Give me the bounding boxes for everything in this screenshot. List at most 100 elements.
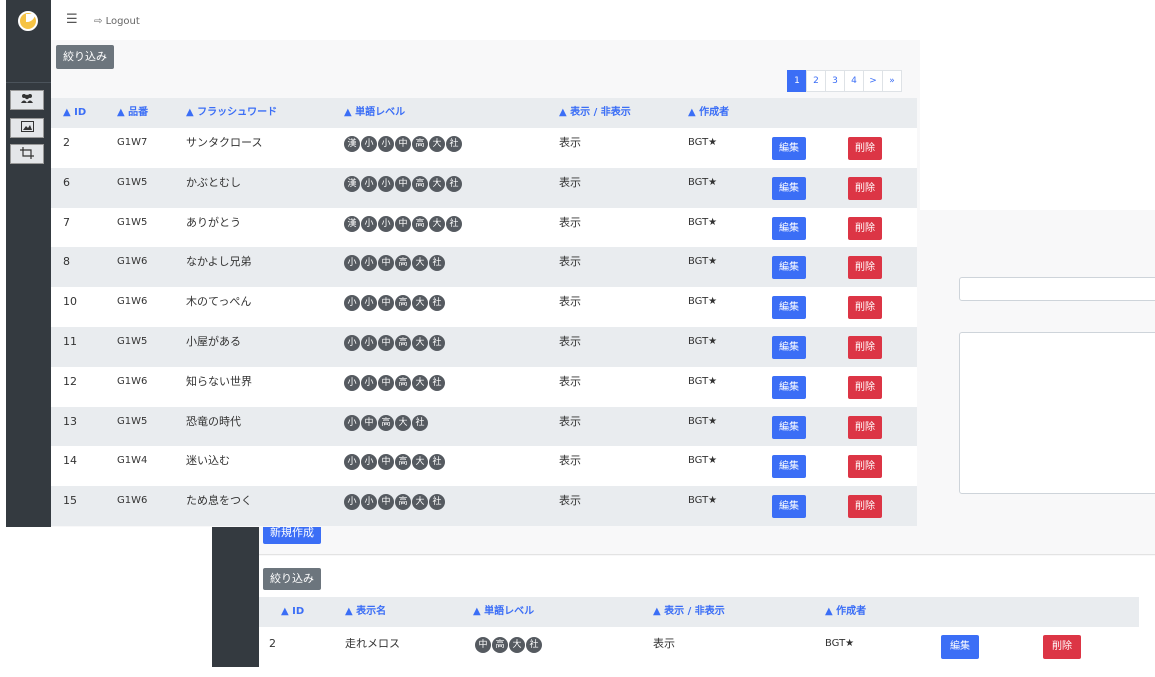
- cell-author: BGT★: [688, 216, 718, 228]
- level-badge: 小: [361, 255, 377, 272]
- level-badge: 中: [395, 215, 411, 232]
- cell-visibility: 表示: [559, 414, 581, 428]
- level-badge: 小: [361, 454, 377, 471]
- delete-button[interactable]: 削除: [1043, 635, 1081, 659]
- sidebar-item-images[interactable]: [10, 118, 44, 138]
- table-row: 7 G1W5 ありがとう漢小小中高大社表示 BGT★ 編集 削除: [51, 207, 917, 248]
- column-header-flash-word[interactable]: ▲ フラッシュワード: [186, 98, 277, 128]
- table-row: 11 G1W5 小屋がある小小中高大社表示 BGT★ 編集 削除: [51, 326, 917, 367]
- column-header-word-level[interactable]: ▲ 単語レベル: [344, 98, 405, 128]
- column-header-word-level[interactable]: ▲ 単語レベル: [473, 597, 534, 627]
- sidebar-item-users[interactable]: [10, 90, 44, 110]
- topbar: ☰ ⇨ Logout: [51, 0, 920, 40]
- cell-id: 7: [63, 215, 70, 229]
- cell-id: 15: [63, 494, 77, 508]
- level-badge: 小: [344, 255, 360, 272]
- level-badge: 大: [412, 454, 428, 471]
- delete-button[interactable]: 削除: [848, 216, 882, 240]
- page-link-3[interactable]: 3: [825, 70, 845, 92]
- edit-button[interactable]: 編集: [772, 495, 806, 519]
- page-link-next[interactable]: >: [863, 70, 883, 92]
- table-body: 2 G1W7 サンタクロース漢小小中高大社表示 BGT★ 編集 削除 6 G1W5 かぶとむし漢…: [51, 128, 917, 526]
- cell-author: BGT★: [688, 256, 718, 268]
- column-header-author[interactable]: ▲ 作成者: [825, 597, 866, 627]
- pagination: 1 2 3 4 > »: [787, 70, 902, 92]
- cell-id: 11: [63, 334, 77, 348]
- edit-button[interactable]: 編集: [772, 296, 806, 320]
- display-name-input[interactable]: [959, 277, 1155, 301]
- level-badge: 漢: [344, 136, 360, 152]
- delete-button[interactable]: 削除: [848, 256, 882, 280]
- level-badges: 小小中高大社: [344, 295, 446, 312]
- column-header-visibility[interactable]: ▲ 表示 / 非表示: [559, 98, 631, 128]
- level-badge: 中: [395, 136, 411, 152]
- edit-button[interactable]: 編集: [772, 256, 806, 280]
- hamburger-menu-icon[interactable]: ☰: [66, 12, 78, 27]
- level-badge: 大: [412, 494, 428, 511]
- cell-author: BGT★: [688, 455, 718, 467]
- delete-button[interactable]: 削除: [848, 495, 882, 519]
- edit-button[interactable]: 編集: [772, 415, 806, 439]
- cell-author: BGT★: [688, 137, 718, 148]
- delete-button[interactable]: 削除: [848, 455, 882, 479]
- cell-flash-word: かぶとむし: [186, 175, 241, 189]
- column-header-visibility[interactable]: ▲ 表示 / 非表示: [653, 597, 725, 627]
- level-badges: 漢小小中高大社: [344, 136, 463, 152]
- column-header-id[interactable]: ▲ ID: [281, 597, 304, 627]
- level-badges: 小小中高大社: [344, 374, 446, 391]
- cell-flash-word: なかよし兄弟: [186, 255, 252, 269]
- filter-button[interactable]: 絞り込み: [56, 45, 114, 69]
- column-header-id[interactable]: ▲ ID: [63, 98, 86, 128]
- delete-button[interactable]: 削除: [848, 296, 882, 320]
- level-badge: 小: [378, 215, 394, 232]
- cell-visibility: 表示: [559, 374, 581, 388]
- page-link-4[interactable]: 4: [844, 70, 864, 92]
- level-badges: 小中高大社: [344, 414, 429, 431]
- edit-button[interactable]: 編集: [772, 335, 806, 359]
- level-badge: 小: [378, 136, 394, 152]
- delete-button[interactable]: 削除: [848, 335, 882, 359]
- edit-button[interactable]: 編集: [772, 137, 806, 160]
- sidebar-divider: [6, 82, 51, 83]
- cell-code: G1W6: [117, 296, 148, 308]
- level-badge: 大: [412, 334, 428, 351]
- level-badges: 漢小小中高大社: [344, 175, 463, 192]
- cell-flash-word: 恐竜の時代: [186, 414, 241, 428]
- column-header-display-name[interactable]: ▲ 表示名: [345, 597, 386, 627]
- cell-id: 14: [63, 454, 77, 468]
- background-table-header: ▲ ID ▲ 表示名 ▲ 単語レベル ▲ 表示 / 非表示 ▲ 作成者: [259, 597, 1139, 627]
- edit-button[interactable]: 編集: [772, 375, 806, 399]
- level-badge: 小: [344, 414, 360, 431]
- page-link-last[interactable]: »: [882, 70, 902, 92]
- edit-button[interactable]: 編集: [772, 455, 806, 479]
- page-link-1[interactable]: 1: [787, 70, 807, 92]
- table-row: 10 G1W6 木のてっぺん小小中高大社表示 BGT★ 編集 削除: [51, 287, 917, 327]
- level-badge: 社: [429, 334, 445, 351]
- cell-author: BGT★: [688, 176, 718, 188]
- logout-link[interactable]: ⇨ Logout: [94, 16, 140, 27]
- edit-button[interactable]: 編集: [941, 635, 979, 659]
- edit-button[interactable]: 編集: [772, 176, 806, 200]
- cell-visibility: 表示: [653, 637, 675, 650]
- level-badge: 小: [344, 454, 360, 471]
- sidebar-item-crop[interactable]: [10, 144, 44, 164]
- table-row: 13 G1W5 恐竜の時代 小中高大社 表示 BGT★ 編集 削除: [51, 406, 917, 447]
- delete-button[interactable]: 削除: [848, 176, 882, 200]
- delete-button[interactable]: 削除: [848, 415, 882, 439]
- level-badge: 社: [412, 414, 428, 431]
- page-link-2[interactable]: 2: [806, 70, 826, 92]
- column-header-code[interactable]: ▲ 品番: [117, 98, 148, 128]
- table-row: 12 G1W6 知らない世界小小中高大社表示 BGT★ 編集 削除: [51, 366, 917, 407]
- cell-flash-word: 木のてっぺん: [186, 295, 252, 309]
- table-row: 14 G1W4 迷い込む小小中高大社表示 BGT★ 編集 削除: [51, 446, 917, 487]
- cell-code: G1W4: [117, 455, 148, 467]
- delete-button[interactable]: 削除: [848, 137, 882, 160]
- description-textarea[interactable]: [959, 332, 1155, 494]
- table-row: 2 走れメロス 中 高 大 社 表示 BGT★ 編集 削除: [259, 627, 1139, 667]
- background-filter-button[interactable]: 絞り込み: [263, 568, 321, 590]
- level-badge: 中: [378, 295, 394, 312]
- app-logo[interactable]: [18, 11, 38, 31]
- delete-button[interactable]: 削除: [848, 375, 882, 399]
- edit-button[interactable]: 編集: [772, 216, 806, 240]
- column-header-author[interactable]: ▲ 作成者: [688, 98, 729, 128]
